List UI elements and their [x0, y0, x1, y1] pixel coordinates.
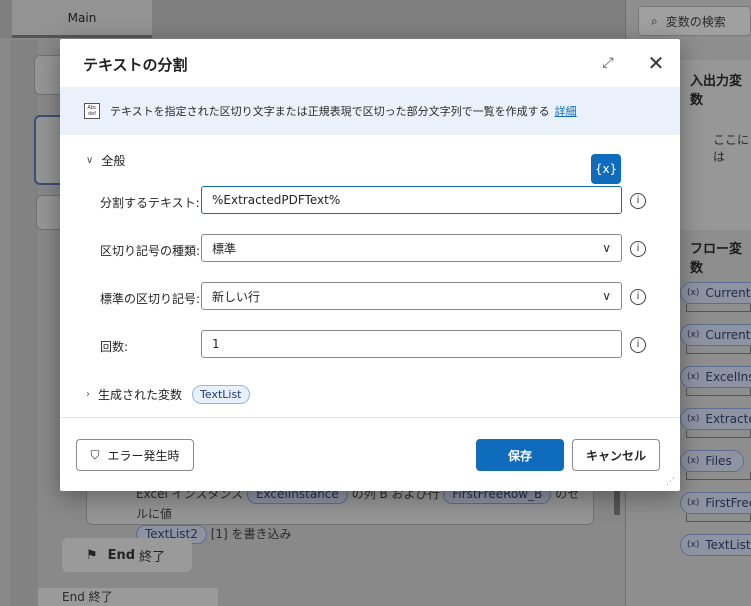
standard-delimiter-value: 新しい行	[212, 289, 261, 304]
standard-delimiter-label: 標準の区切り記号:	[100, 292, 201, 306]
flow-var-chip[interactable]: (x)Extracted	[680, 408, 751, 430]
info-icon[interactable]: i	[630, 289, 646, 305]
dialog-title: テキストの分割	[83, 56, 188, 74]
flag-icon: ⚑	[86, 547, 98, 563]
info-icon[interactable]: i	[630, 241, 646, 257]
general-section-toggle[interactable]: ∨ 全般	[86, 152, 125, 169]
variable-icon: (x)	[687, 372, 700, 382]
io-variables-header: 入出力変数	[690, 74, 743, 108]
chevron-down-icon: ∨	[602, 289, 611, 303]
action-description: Abc def テキストを指定された区切り文字または正規表現で区切った部分文字列…	[60, 87, 680, 135]
var-preview	[686, 388, 751, 396]
text-action-icon: Abc def	[84, 103, 100, 119]
end-step-outer[interactable]: End 終了	[38, 588, 218, 606]
on-error-label: エラー発生時	[107, 448, 180, 463]
var-preview	[686, 304, 751, 312]
insert-variable-button[interactable]: {x}	[591, 154, 621, 184]
end-step[interactable]: ⚑ End 終了	[62, 538, 192, 572]
variable-icon: (x)	[687, 288, 700, 298]
shield-icon: ⛉	[90, 447, 100, 462]
times-input[interactable]: 1	[201, 330, 622, 358]
cancel-button[interactable]: キャンセル	[572, 439, 660, 471]
save-button[interactable]: 保存	[476, 439, 564, 471]
var-preview	[686, 472, 751, 480]
var-preview	[686, 514, 751, 522]
text-to-split-value: %ExtractedPDFText%	[212, 193, 341, 207]
variable-icon: (x)	[687, 330, 700, 340]
variable-search[interactable]: ⌕ 変数の検索	[638, 6, 751, 36]
description-text: テキストを指定された区切り文字または正規表現で区切った部分文字列で一覧を作成する	[110, 105, 550, 118]
produced-variables-toggle[interactable]: › 生成された変数 TextList	[86, 385, 250, 404]
chevron-down-icon: ∨	[602, 241, 611, 255]
produced-variables-label: 生成された変数	[98, 388, 183, 402]
flow-var-chip[interactable]: (x) Files	[680, 450, 744, 472]
variable-icon: (x)	[687, 414, 700, 424]
flow-var-chip[interactable]: (x) TextList	[680, 534, 751, 556]
expand-icon[interactable]: ⤢	[598, 53, 618, 73]
times-value: 1	[212, 337, 220, 351]
produced-variable-chip[interactable]: TextList	[192, 385, 250, 404]
details-link[interactable]: 詳細	[555, 103, 577, 119]
variable-icon: (x)	[687, 540, 700, 550]
flow-var-chip[interactable]: (x)CurrentIt	[680, 282, 751, 304]
info-icon[interactable]: i	[630, 193, 646, 209]
tab-main[interactable]: Main	[12, 0, 152, 38]
io-variables-empty: ここには	[713, 133, 750, 164]
info-icon[interactable]: i	[630, 337, 646, 353]
resize-grip-icon[interactable]: ⋰	[666, 477, 676, 487]
flow-var-chip[interactable]: (x)FirstFree	[680, 492, 751, 514]
general-section-label: 全般	[101, 154, 126, 168]
chevron-down-icon: ∨	[86, 155, 94, 166]
variable-search-placeholder: 変数の検索	[665, 14, 726, 29]
close-icon[interactable]: ✕	[645, 52, 667, 74]
flow-variables-header: フロー変数	[690, 242, 743, 276]
delimiter-type-select[interactable]: 標準 ∨	[201, 234, 622, 262]
chevron-right-icon: ›	[86, 389, 90, 400]
text-to-split-input[interactable]: %ExtractedPDFText%	[201, 186, 622, 214]
delimiter-type-label: 区切り記号の種類:	[100, 244, 201, 258]
var-preview	[686, 430, 751, 438]
variable-icon: (x)	[687, 456, 700, 466]
flow-var-chip[interactable]: (x)CurrentIt	[680, 324, 751, 346]
on-error-button[interactable]: ⛉ エラー発生時	[76, 439, 194, 471]
write-excel-step-text: Excel インスタンス ExcelInstance の列 B および行 Fir…	[136, 484, 586, 544]
variable-icon: (x)	[687, 498, 700, 508]
split-text-dialog: テキストの分割 ⤢ ✕ Abc def テキストを指定された区切り文字または正規…	[60, 39, 680, 491]
standard-delimiter-select[interactable]: 新しい行 ∨	[201, 282, 622, 310]
flow-var-chip[interactable]: (x)ExcelInst	[680, 366, 751, 388]
var-preview	[686, 346, 751, 354]
delimiter-type-value: 標準	[212, 241, 237, 256]
footer-divider	[60, 417, 680, 418]
text-to-split-label: 分割するテキスト:	[100, 196, 200, 210]
times-label: 回数:	[100, 340, 129, 354]
search-icon: ⌕	[651, 13, 658, 28]
